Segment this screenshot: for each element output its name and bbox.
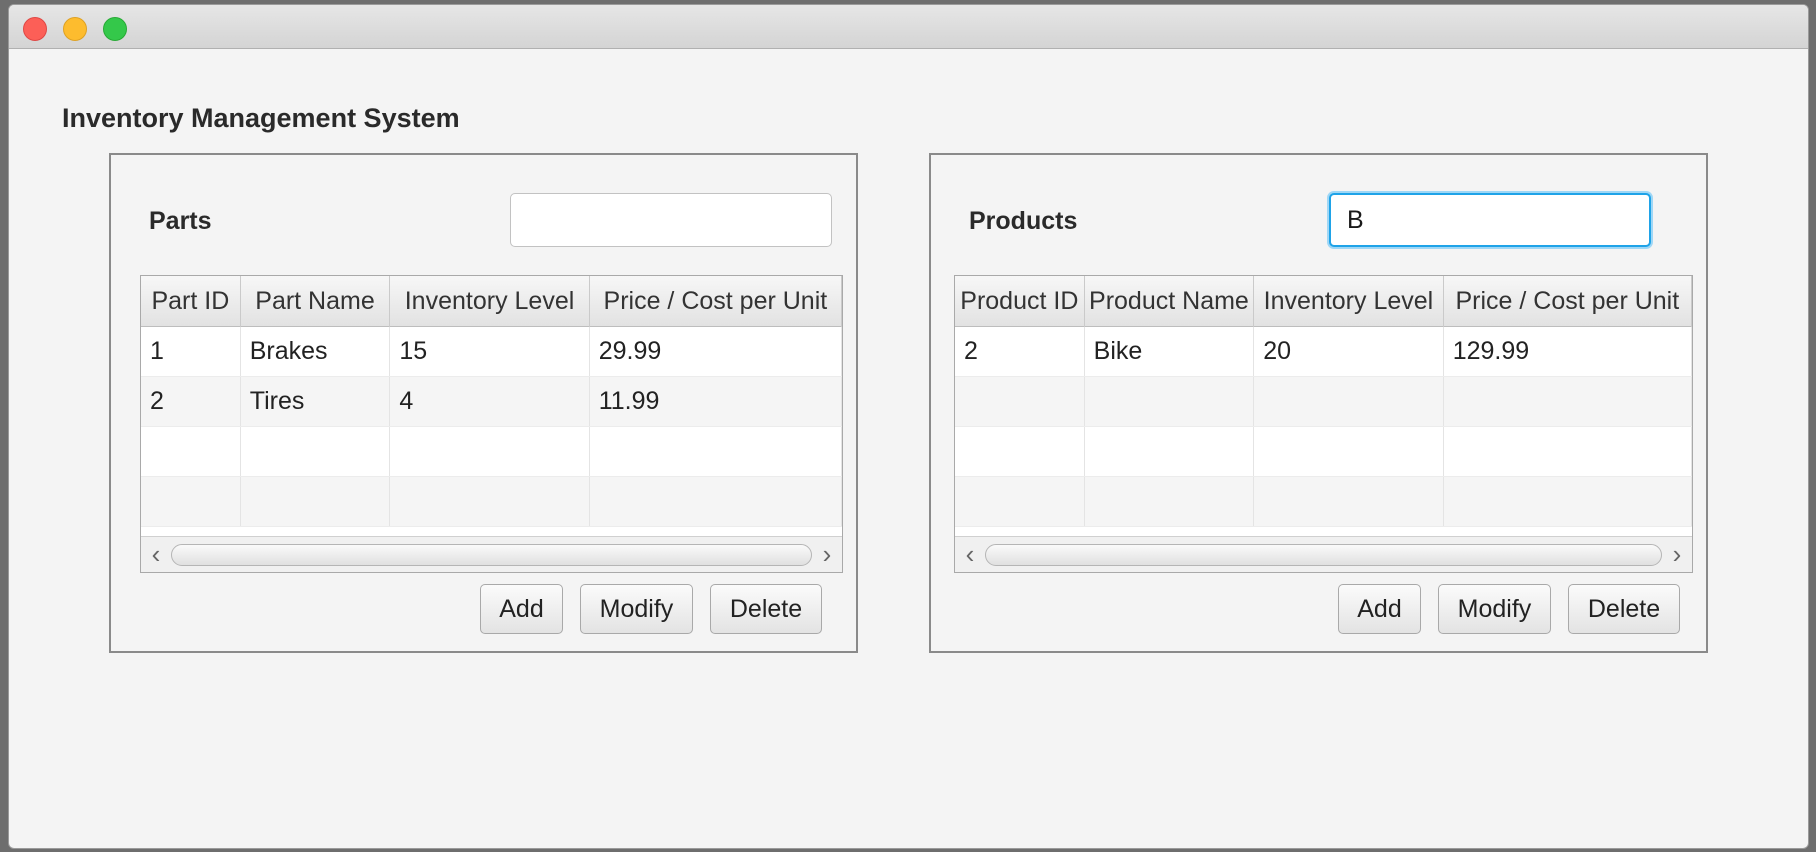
products-empty-row <box>955 477 1692 527</box>
close-window-button[interactable] <box>23 17 47 41</box>
parts-delete-button[interactable]: Delete <box>710 584 822 634</box>
parts-col-part-id[interactable]: Part ID <box>141 276 241 327</box>
parts-title: Parts <box>149 207 212 235</box>
title-bar[interactable] <box>9 5 1808 49</box>
parts-col-price[interactable]: Price / Cost per Unit <box>590 276 842 327</box>
scroll-right-arrow-icon[interactable]: › <box>1664 537 1690 572</box>
parts-cell-id: 1 <box>141 327 241 376</box>
parts-modify-button[interactable]: Modify <box>580 584 693 634</box>
maximize-window-button[interactable] <box>103 17 127 41</box>
parts-empty-row <box>141 477 842 527</box>
products-empty-row <box>955 427 1692 477</box>
products-scrollbar-thumb[interactable] <box>985 544 1662 566</box>
scroll-left-arrow-icon[interactable]: ‹ <box>143 537 169 572</box>
products-table-header: Product ID Product Name Inventory Level … <box>955 276 1692 327</box>
parts-cell-price: 11.99 <box>590 377 842 426</box>
scroll-right-arrow-icon[interactable]: › <box>814 537 840 572</box>
parts-table-row[interactable]: 2 Tires 4 11.99 <box>141 377 842 427</box>
parts-cell-inventory: 4 <box>390 377 590 426</box>
parts-horizontal-scrollbar[interactable]: ‹ › <box>141 536 842 572</box>
products-col-inventory-level[interactable]: Inventory Level <box>1254 276 1444 327</box>
products-cell-name: Bike <box>1085 327 1255 376</box>
parts-empty-row <box>141 427 842 477</box>
parts-panel: Parts Part ID Part Name Inventory Level … <box>109 153 858 653</box>
products-col-product-name[interactable]: Product Name <box>1085 276 1255 327</box>
parts-table-row[interactable]: 1 Brakes 15 29.99 <box>141 327 842 377</box>
products-col-product-id[interactable]: Product ID <box>955 276 1085 327</box>
parts-table-header: Part ID Part Name Inventory Level Price … <box>141 276 842 327</box>
products-modify-button[interactable]: Modify <box>1438 584 1551 634</box>
products-empty-row <box>955 377 1692 427</box>
products-cell-price: 129.99 <box>1444 327 1692 376</box>
parts-add-button[interactable]: Add <box>480 584 563 634</box>
products-add-button[interactable]: Add <box>1338 584 1421 634</box>
products-search-input[interactable] <box>1329 193 1651 247</box>
parts-cell-name: Brakes <box>241 327 391 376</box>
minimize-window-button[interactable] <box>63 17 87 41</box>
parts-cell-price: 29.99 <box>590 327 842 376</box>
products-horizontal-scrollbar[interactable]: ‹ › <box>955 536 1692 572</box>
products-table-row[interactable]: 2 Bike 20 129.99 <box>955 327 1692 377</box>
parts-col-inventory-level[interactable]: Inventory Level <box>390 276 590 327</box>
parts-search-input[interactable] <box>510 193 832 247</box>
products-delete-button[interactable]: Delete <box>1568 584 1680 634</box>
parts-cell-id: 2 <box>141 377 241 426</box>
products-title: Products <box>969 207 1078 235</box>
products-cell-inventory: 20 <box>1254 327 1444 376</box>
app-title: Inventory Management System <box>62 103 460 133</box>
app-window: Inventory Management System Parts Part I… <box>8 4 1809 849</box>
products-cell-id: 2 <box>955 327 1085 376</box>
parts-table[interactable]: Part ID Part Name Inventory Level Price … <box>140 275 843 573</box>
parts-col-part-name[interactable]: Part Name <box>241 276 391 327</box>
parts-cell-name: Tires <box>241 377 391 426</box>
scroll-left-arrow-icon[interactable]: ‹ <box>957 537 983 572</box>
parts-cell-inventory: 15 <box>390 327 590 376</box>
products-col-price[interactable]: Price / Cost per Unit <box>1444 276 1692 327</box>
parts-scrollbar-thumb[interactable] <box>171 544 812 566</box>
products-table[interactable]: Product ID Product Name Inventory Level … <box>954 275 1693 573</box>
products-panel: Products Product ID Product Name Invento… <box>929 153 1708 653</box>
